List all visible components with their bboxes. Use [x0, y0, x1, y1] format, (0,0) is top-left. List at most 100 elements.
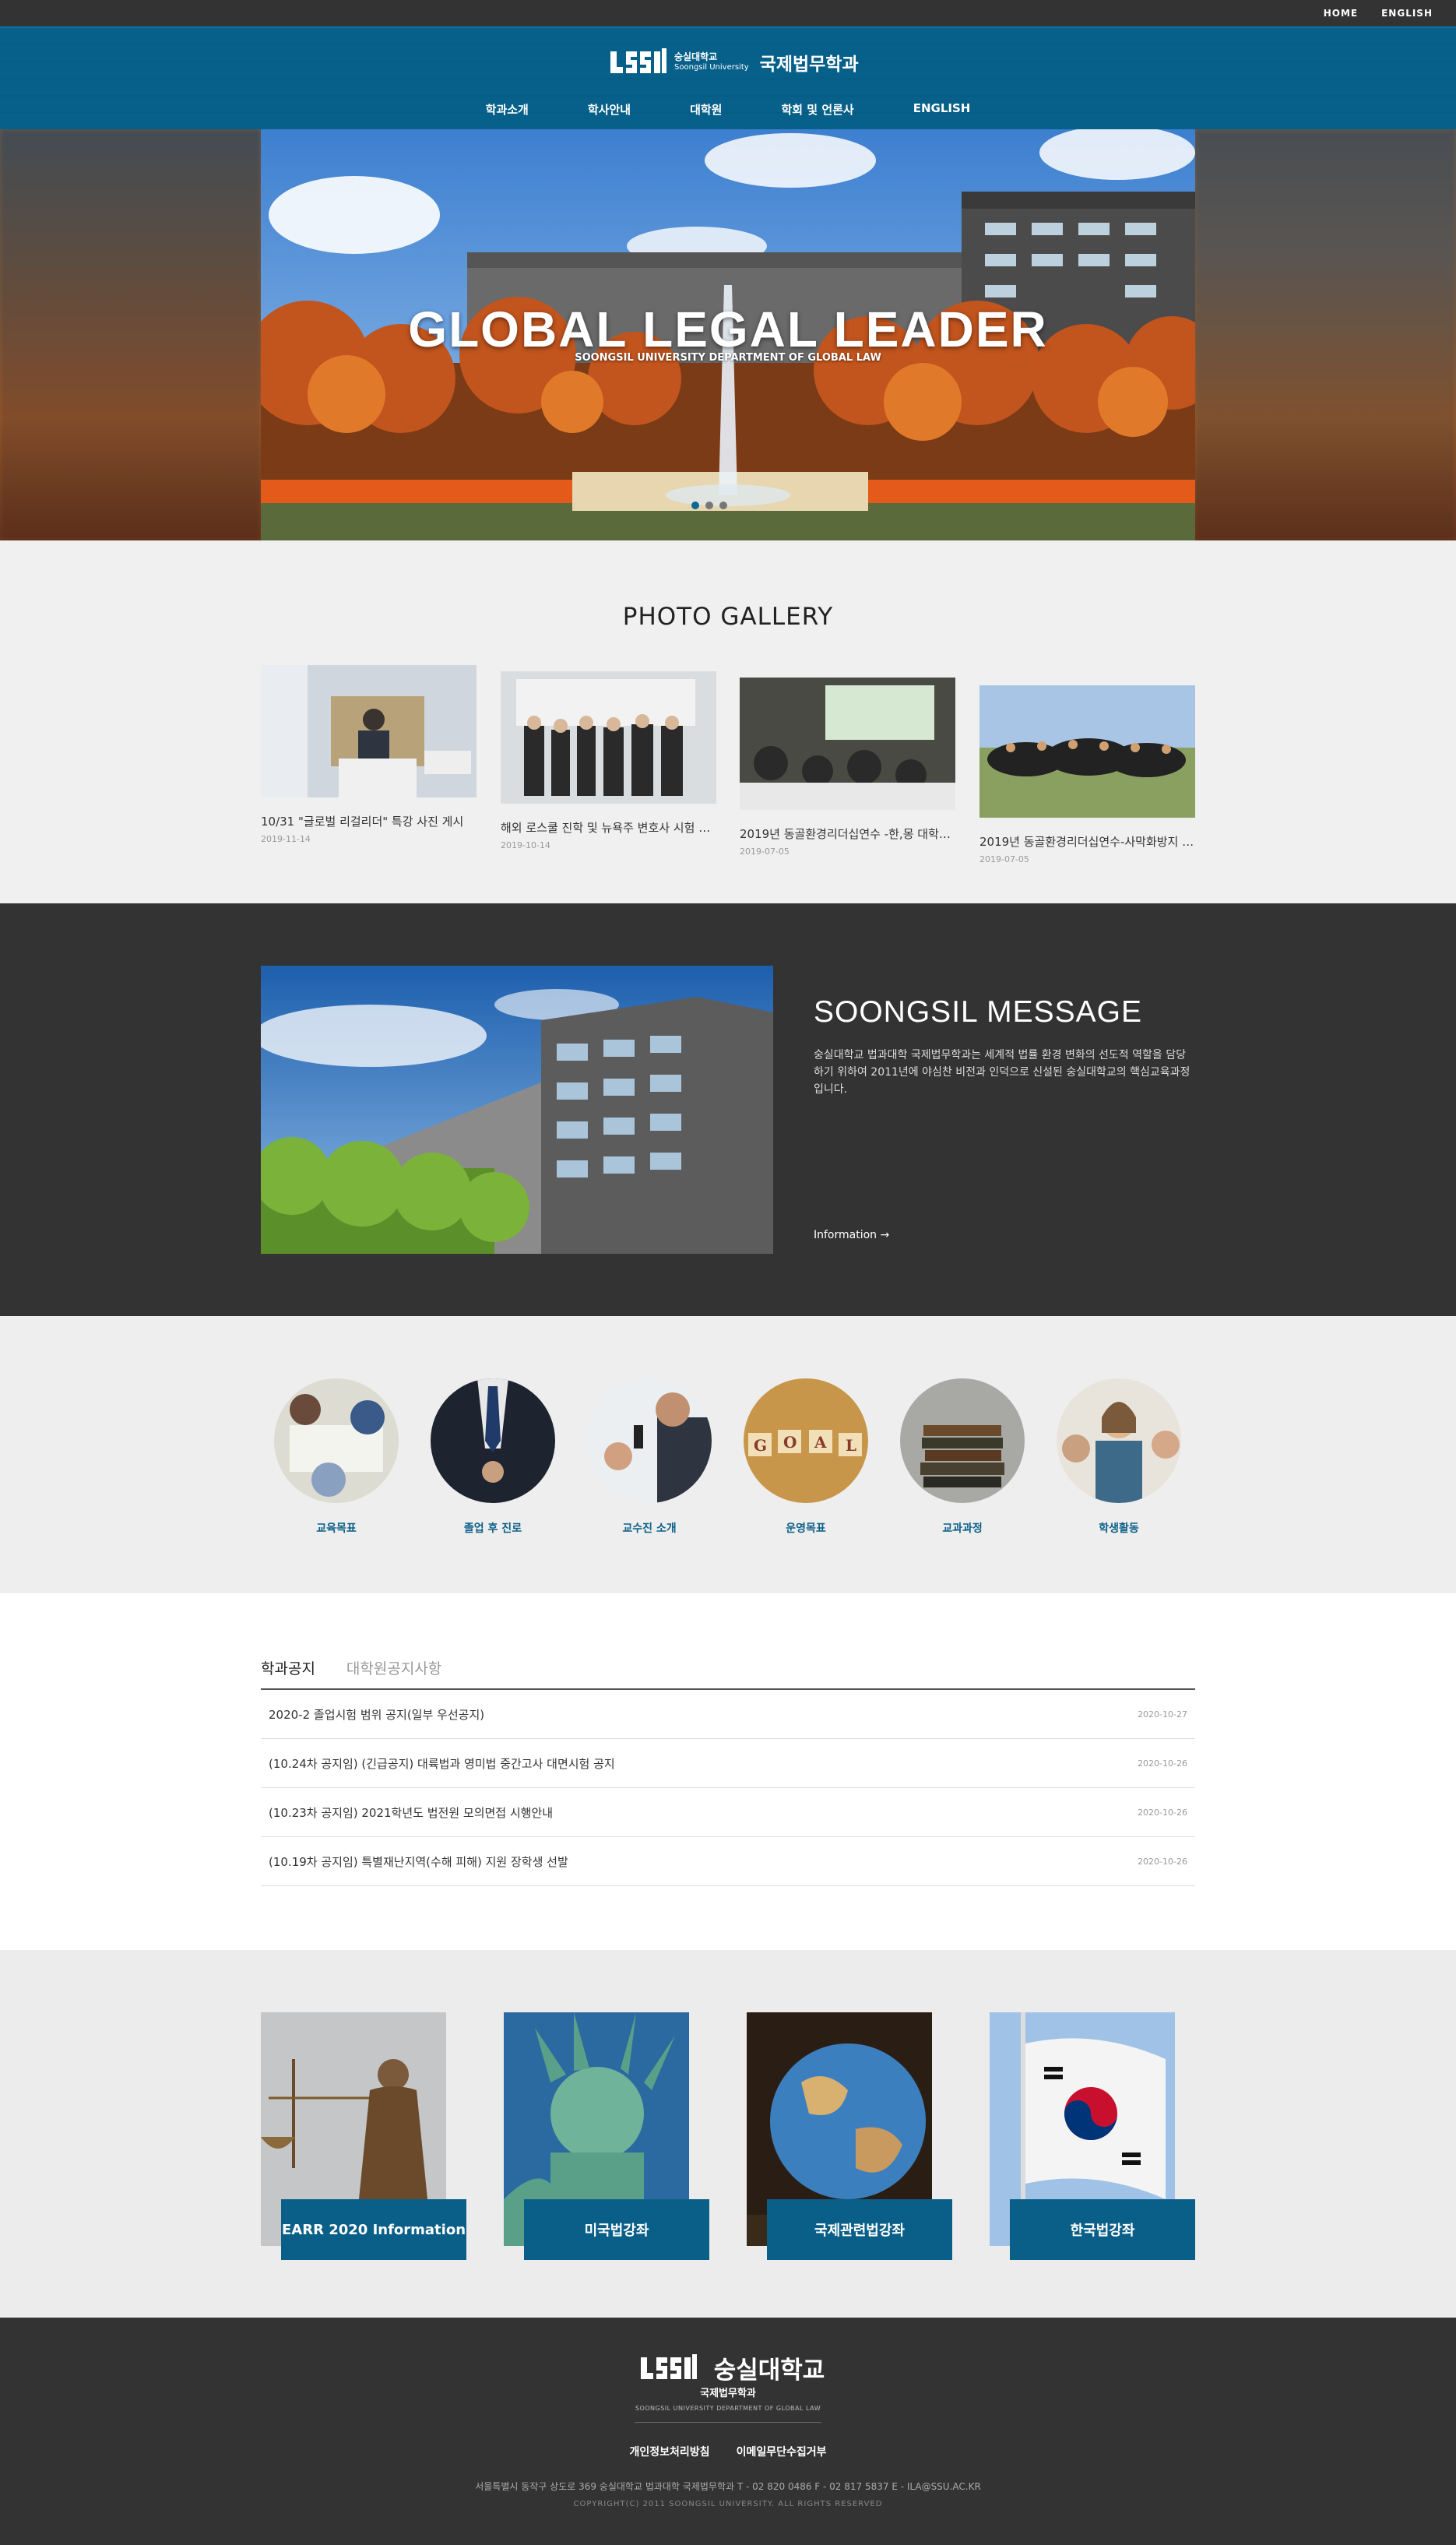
nav-item-english[interactable]: ENGLISH	[884, 101, 1001, 118]
gallery-item[interactable]: 해외 로스쿨 진학 및 뉴욕주 변호사 시험 특강 2019-10-14	[501, 671, 716, 850]
main-navigation: 학과소개 학사안내 대학원 학회 및 언론사 ENGLISH	[0, 101, 1456, 118]
svg-text:L: L	[846, 1436, 856, 1455]
footer-university-name: 숭실대학교	[713, 2357, 825, 2385]
quick-link-label: 교수진 소개	[622, 1522, 677, 1535]
soongsil-message-section: SOONGSIL MESSAGE 숭실대학교 법과대학 국제법무학과는 세계적 …	[0, 903, 1456, 1316]
notice-date: 2020-10-26	[1138, 1758, 1187, 1769]
course-banners-section: EARR 2020 Information 미국법강좌 국제관련법강좌 한국법강…	[0, 1950, 1456, 2318]
banner-korean-law[interactable]: 한국법강좌	[990, 2012, 1195, 2260]
privacy-policy-link[interactable]: 개인정보처리방침	[630, 2444, 710, 2459]
photo-gallery-section: PHOTO GALLERY 10/31 "글로벌 리걸리더" 특강 사진 게시 …	[0, 540, 1456, 903]
information-link[interactable]: Information →	[814, 1229, 889, 1241]
goal-blocks-photo: GOAL	[744, 1378, 868, 1503]
gallery-date: 2019-10-14	[501, 840, 550, 850]
gallery-item[interactable]: 2019년 동골환경리더십연수 -한,몽 대학생 교류 2019-07-05	[740, 678, 955, 857]
gallery-photo-group	[501, 671, 716, 804]
notice-date: 2020-10-26	[1138, 1807, 1187, 1818]
department-name: 국제법무학과	[759, 55, 859, 75]
footer-ssu-logo-icon	[640, 2353, 697, 2379]
banner-us-law[interactable]: 미국법강좌	[504, 2012, 709, 2260]
gallery-caption: 2019년 동골환경리더십연수 -한,몽 대학생 교류	[740, 827, 955, 841]
gallery-item[interactable]: 10/31 "글로벌 리걸리더" 특강 사진 게시 2019-11-14	[261, 665, 477, 844]
books-photo	[900, 1378, 1025, 1503]
notice-list: 2020-2 졸업시험 범위 공지(일부 우선공지) 2020-10-27 (10…	[261, 1688, 1195, 1886]
gallery-photo-classroom	[740, 678, 955, 810]
nav-item-graduate[interactable]: 대학원	[660, 101, 751, 118]
faculty-photo	[587, 1378, 712, 1503]
banner-label: EARR 2020 Information	[281, 2199, 466, 2260]
notice-title: (10.24차 공지임) (긴급공지) 대륙법과 영미법 중간고사 대면시험 공…	[269, 1756, 615, 1771]
message-title: SOONGSIL MESSAGE	[814, 995, 1142, 1029]
notice-date: 2020-10-26	[1138, 1856, 1187, 1867]
gallery-date: 2019-07-05	[979, 854, 1029, 864]
tab-graduate-notice[interactable]: 대학원공지사항	[346, 1657, 441, 1678]
career-photo	[431, 1378, 555, 1503]
quick-link-curriculum[interactable]: 교과과정	[900, 1378, 1025, 1536]
quick-link-education-goal[interactable]: 교육목표	[274, 1378, 399, 1536]
site-footer: 숭실대학교 국제법무학과 SOONGSIL UNIVERSITY DEPARTM…	[0, 2318, 1456, 2545]
gallery-caption: 해외 로스쿨 진학 및 뉴욕주 변호사 시험 특강	[501, 821, 716, 835]
quick-link-student-activities[interactable]: 학생활동	[1057, 1378, 1181, 1536]
gallery-photo-lecture	[261, 665, 477, 797]
notice-row[interactable]: (10.19차 공지임) 특별재난지역(수해 피해) 지원 장학생 선발 2020…	[261, 1837, 1195, 1886]
notice-section: 학과공지 대학원공지사항 2020-2 졸업시험 범위 공지(일부 우선공지) 2…	[0, 1593, 1456, 1950]
email-refusal-link[interactable]: 이메일무단수집거부	[737, 2444, 827, 2459]
english-link[interactable]: ENGLISH	[1381, 8, 1433, 19]
slider-dot[interactable]	[691, 502, 699, 509]
slider-dot[interactable]	[705, 502, 713, 509]
footer-links: 개인정보처리방침 이메일무단수집거부	[0, 2444, 1456, 2459]
home-link[interactable]: HOME	[1324, 8, 1358, 19]
education-goal-photo	[274, 1378, 399, 1503]
banner-label: 국제관련법강좌	[767, 2199, 952, 2260]
quick-link-label: 교육목표	[316, 1522, 357, 1535]
banner-label: 한국법강좌	[1010, 2199, 1195, 2260]
quick-links-section: 교육목표 졸업 후 진로 교수진 소개 GOAL 운영목표 교과과정 학생활동	[0, 1316, 1456, 1593]
banner-international-law[interactable]: 국제관련법강좌	[747, 2012, 952, 2260]
gallery-caption: 2019년 동골환경리더십연수-사막화방지 활동	[979, 835, 1195, 849]
footer-divider	[635, 2422, 821, 2423]
quick-link-career[interactable]: 졸업 후 진로	[431, 1378, 555, 1536]
banner-earr[interactable]: EARR 2020 Information	[261, 2012, 466, 2260]
slider-dot[interactable]	[719, 502, 727, 509]
banner-label: 미국법강좌	[524, 2199, 709, 2260]
quick-link-operation-goal[interactable]: GOAL 운영목표	[744, 1378, 868, 1536]
footer-address: 서울특별시 동작구 상도로 369 숭실대학교 법과대학 국제법무학과 T - …	[475, 2481, 981, 2492]
notice-title: (10.23차 공지임) 2021학년도 법전원 모의면접 시행안내	[269, 1805, 554, 1820]
site-logo[interactable]: 숭실대학교 Soongsil University 국제법무학과	[609, 47, 859, 78]
site-header: 숭실대학교 Soongsil University 국제법무학과 학과소개 학사…	[0, 26, 1456, 129]
footer-logo: 숭실대학교	[0, 2350, 1456, 2385]
notice-row[interactable]: 2020-2 졸업시험 범위 공지(일부 우선공지) 2020-10-27	[261, 1690, 1195, 1739]
ssu-logo-icon	[610, 48, 666, 73]
nav-item-about[interactable]: 학과소개	[456, 101, 558, 118]
top-utility-bar: HOME ENGLISH	[0, 0, 1456, 26]
svg-text:A: A	[814, 1433, 827, 1452]
notice-tabs: 학과공지 대학원공지사항	[261, 1657, 441, 1678]
gallery-item[interactable]: 2019년 동골환경리더십연수-사막화방지 활동 2019-07-05	[979, 685, 1195, 864]
gallery-date: 2019-07-05	[740, 847, 790, 857]
quick-link-label: 졸업 후 진로	[463, 1522, 522, 1535]
gallery-date: 2019-11-14	[261, 834, 311, 844]
footer-english-name: SOONGSIL UNIVERSITY DEPARTMENT OF GLOBAL…	[635, 2405, 821, 2412]
notice-row[interactable]: (10.24차 공지임) (긴급공지) 대륙법과 영미법 중간고사 대면시험 공…	[261, 1739, 1195, 1788]
svg-text:O: O	[783, 1433, 797, 1452]
quick-link-label: 학생활동	[1099, 1522, 1139, 1535]
notice-title: 2020-2 졸업시험 범위 공지(일부 우선공지)	[269, 1707, 485, 1722]
footer-department: 국제법무학과	[700, 2388, 756, 2399]
message-building-image	[261, 966, 773, 1254]
notice-row[interactable]: (10.23차 공지임) 2021학년도 법전원 모의면접 시행안내 2020-1…	[261, 1788, 1195, 1837]
slider-dots	[691, 502, 727, 509]
gallery-title: PHOTO GALLERY	[622, 603, 834, 631]
message-text: 숭실대학교 법과대학 국제법무학과는 세계적 법률 환경 변화의 선도적 역할을…	[814, 1049, 1190, 1096]
hero-banner: GLOBAL LEGAL LEADER SOONGSIL UNIVERSITY …	[0, 129, 1456, 540]
tab-department-notice[interactable]: 학과공지	[261, 1657, 315, 1678]
quick-link-faculty[interactable]: 교수진 소개	[587, 1378, 712, 1536]
notice-date: 2020-10-27	[1138, 1709, 1187, 1720]
svg-text:G: G	[754, 1436, 767, 1455]
nav-item-academics[interactable]: 학사안내	[558, 101, 660, 118]
gallery-photo-outdoor	[979, 685, 1195, 818]
gallery-caption: 10/31 "글로벌 리걸리더" 특강 사진 게시	[261, 815, 464, 829]
logo-english: Soongsil University	[674, 63, 749, 72]
hero-title: GLOBAL LEGAL LEADER	[408, 301, 1048, 357]
notice-title: (10.19차 공지임) 특별재난지역(수해 피해) 지원 장학생 선발	[269, 1854, 568, 1869]
nav-item-societies[interactable]: 학회 및 언론사	[751, 101, 883, 118]
